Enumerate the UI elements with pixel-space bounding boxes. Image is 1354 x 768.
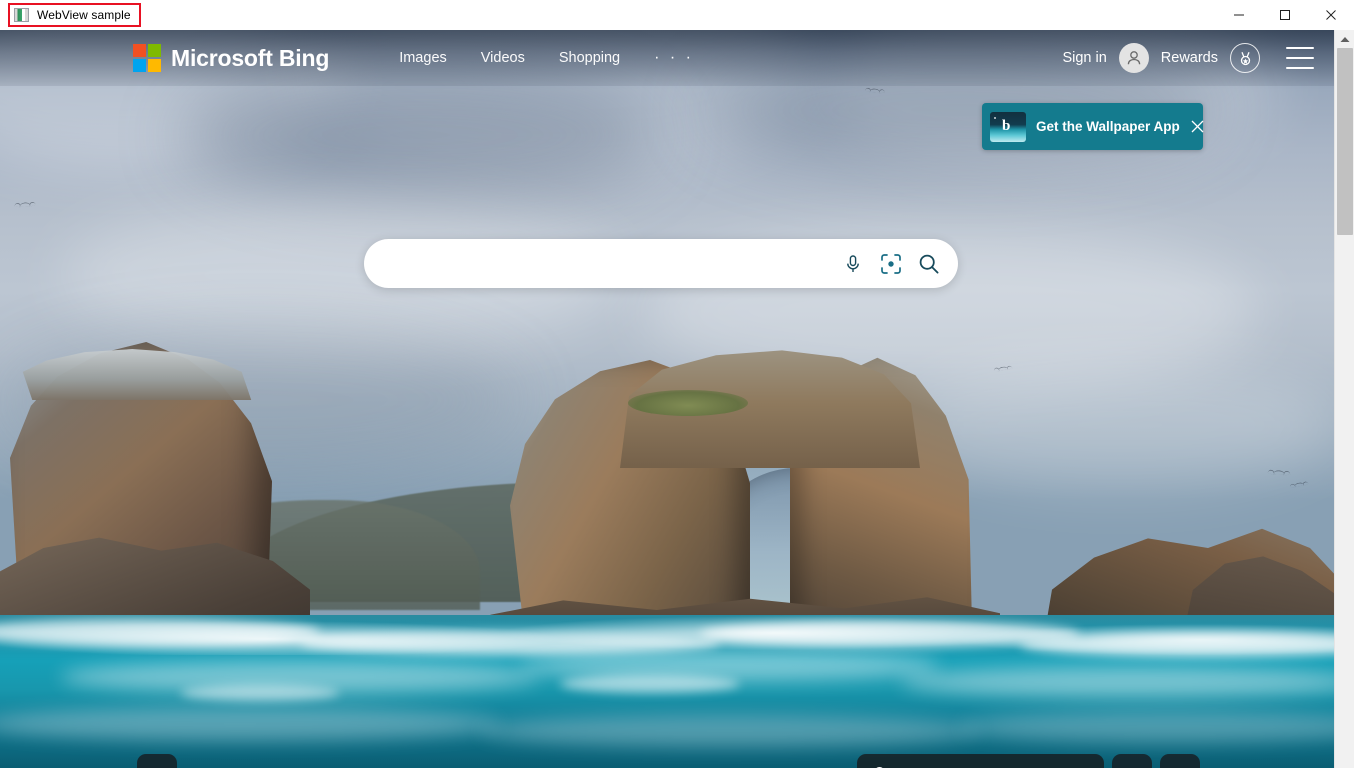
search-icon: [919, 254, 939, 274]
nav-link-videos[interactable]: Videos: [481, 50, 525, 66]
bing-header: Microsoft Bing Images Videos Shopping · …: [0, 30, 1334, 86]
image-info-bar: Last days of a famous sea arch: [857, 754, 1200, 768]
next-image-button[interactable]: [1160, 754, 1200, 768]
bing-logo[interactable]: Microsoft Bing: [133, 44, 329, 72]
medal-icon: [1240, 51, 1250, 65]
search-box[interactable]: [364, 239, 958, 288]
scroll-up-arrow-icon: [1340, 36, 1350, 42]
maximize-icon: [1280, 10, 1290, 20]
webview-viewport: Microsoft Bing Images Videos Shopping · …: [0, 30, 1354, 768]
window-controls: [1216, 0, 1354, 30]
wallpaper-banner-label: Get the Wallpaper App: [1036, 119, 1180, 134]
bird-decoration: [1293, 481, 1305, 488]
title-bar: WebView sample: [0, 0, 1354, 30]
bing-wordmark: Microsoft Bing: [171, 44, 330, 71]
chevron-down-icon: [147, 764, 167, 768]
avatar[interactable]: [1118, 43, 1149, 73]
header-right-group: Sign in Rewards: [1062, 43, 1318, 73]
image-caption-pill[interactable]: Last days of a famous sea arch: [857, 754, 1104, 768]
bird-decoration: [19, 202, 31, 207]
rewards-label[interactable]: Rewards: [1161, 50, 1218, 66]
maximize-button[interactable]: [1262, 0, 1308, 30]
hamburger-menu-button[interactable]: [1286, 47, 1314, 69]
bing-nav: Images Videos Shopping · · ·: [399, 50, 694, 67]
hamburger-line: [1286, 47, 1314, 49]
microphone-button[interactable]: [834, 245, 872, 283]
vertical-scrollbar[interactable]: [1334, 30, 1354, 768]
camera-visual-search-icon: [881, 253, 901, 274]
person-icon: [1127, 51, 1141, 65]
window-title: WebView sample: [37, 8, 131, 22]
sign-in-label[interactable]: Sign in: [1062, 50, 1106, 66]
bing-homepage: Microsoft Bing Images Videos Shopping · …: [0, 30, 1334, 768]
nav-link-images[interactable]: Images: [399, 50, 447, 66]
rewards-button[interactable]: [1230, 43, 1260, 73]
banner-close-button[interactable]: [1190, 118, 1205, 136]
microphone-icon: [847, 254, 859, 272]
hamburger-line: [1286, 57, 1314, 59]
nav-more-button[interactable]: · · ·: [654, 50, 694, 66]
minimize-button[interactable]: [1216, 0, 1262, 30]
thumb-dot: [994, 116, 996, 119]
window-title-group: WebView sample: [8, 3, 141, 27]
scroll-up-button[interactable]: [1335, 30, 1354, 48]
bird-decoration: [1272, 469, 1286, 476]
arch-vegetation: [628, 390, 748, 416]
webview-sample-window: WebView sample Microsoft Bing Images Vid…: [0, 0, 1354, 768]
scrollbar-thumb[interactable]: [1337, 48, 1353, 235]
scroll-down-button[interactable]: [137, 754, 177, 768]
bing-b-glyph: b: [1002, 117, 1011, 134]
previous-image-button[interactable]: [1112, 754, 1152, 768]
webview-app-icon: [14, 8, 29, 22]
search-submit-button[interactable]: [910, 245, 948, 283]
minimize-icon: [1234, 14, 1244, 16]
close-button[interactable]: [1308, 0, 1354, 30]
microsoft-logo-icon: [133, 44, 161, 72]
nav-link-shopping[interactable]: Shopping: [559, 50, 620, 66]
wave-crest: [0, 615, 1334, 655]
hamburger-line: [1286, 67, 1314, 69]
wallpaper-app-banner[interactable]: b Get the Wallpaper App: [982, 103, 1205, 150]
visual-search-button[interactable]: [872, 245, 910, 283]
close-icon: [1191, 120, 1204, 133]
search-input[interactable]: [364, 239, 834, 288]
close-icon: [1326, 10, 1336, 20]
bird-decoration: [997, 366, 1009, 371]
bing-wallpaper-thumbnail-icon: b: [990, 111, 1026, 142]
